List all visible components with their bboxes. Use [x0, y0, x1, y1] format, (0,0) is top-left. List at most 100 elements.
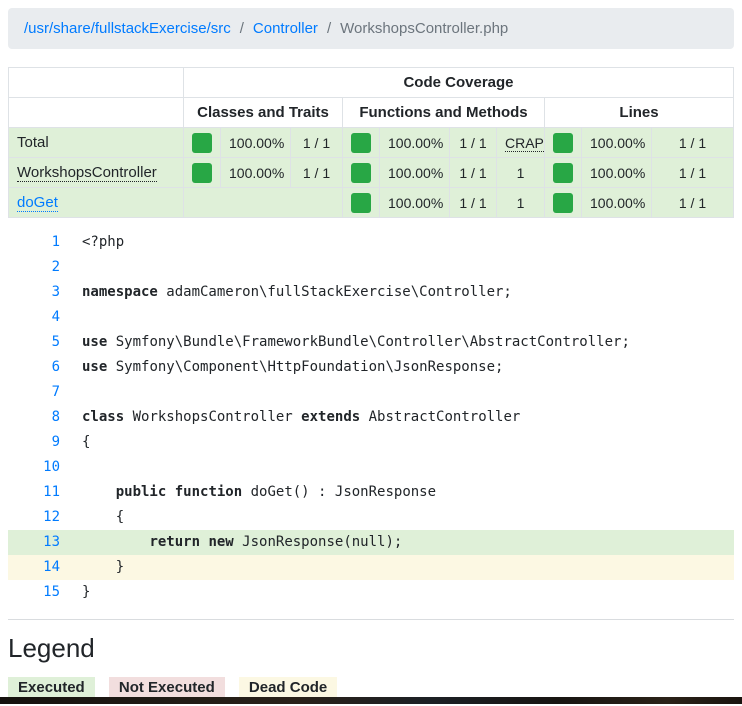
- line-source: <?php: [82, 234, 125, 250]
- line-number[interactable]: 5: [8, 330, 60, 355]
- line-number[interactable]: 8: [8, 405, 60, 430]
- line-source: {: [82, 434, 91, 450]
- line-number[interactable]: 9: [8, 430, 60, 455]
- breadcrumb-separator: /: [326, 20, 332, 37]
- coverage-bar: [553, 162, 573, 183]
- lines-ratio: 1 / 1: [651, 187, 734, 218]
- line-source: namespace adamCameron\fullStackExercise\…: [82, 284, 512, 300]
- column-header-code-coverage: Code Coverage: [183, 67, 734, 98]
- line-source: [60, 455, 82, 480]
- table-header-row-groups: Classes and Traits Functions and Methods…: [8, 97, 734, 128]
- code-line: 10: [8, 455, 734, 480]
- method-link-doget[interactable]: doGet: [17, 194, 58, 212]
- code-line: 11 public function doGet() : JsonRespons…: [8, 480, 734, 505]
- crap-header-cell: CRAP: [496, 127, 545, 158]
- column-header-functions-and-methods: Functions and Methods: [342, 97, 545, 128]
- functions-percent: 100.00%: [379, 187, 450, 218]
- functions-ratio: 1 / 1: [449, 127, 497, 158]
- breadcrumb: /usr/share/fullstackExercise/src / Control…: [8, 8, 734, 49]
- code-line: 5 use Symfony\Bundle\FrameworkBundle\Cont…: [8, 330, 734, 355]
- line-number[interactable]: 12: [8, 505, 60, 530]
- breadcrumb-separator: /: [239, 20, 244, 37]
- classes-coverage-bar-cell: [183, 157, 221, 188]
- lines-percent: 100.00%: [581, 157, 652, 188]
- line-number[interactable]: 15: [8, 580, 60, 605]
- line-source: public function doGet() : JsonResponse: [115, 484, 437, 500]
- lines-coverage-bar-cell: [544, 157, 582, 188]
- code-line: 4: [8, 305, 734, 330]
- functions-coverage-bar-cell: [342, 187, 380, 218]
- code-line: 2: [8, 255, 734, 280]
- classes-percent: 100.00%: [220, 127, 291, 158]
- table-header-row-top: Code Coverage: [8, 67, 734, 98]
- breadcrumb-link-src-dir[interactable]: /usr/share/fullstackExercise/src: [24, 20, 231, 37]
- line-number[interactable]: 2: [8, 255, 60, 280]
- class-name-abbr: WorkshopsController: [17, 164, 157, 182]
- line-source: return new JsonResponse(null);: [149, 534, 403, 550]
- line-source: [60, 380, 82, 405]
- code-line: 3 namespace adamCameron\fullStackExercise…: [8, 280, 734, 305]
- line-number[interactable]: 14: [8, 555, 60, 580]
- line-number[interactable]: 11: [8, 480, 60, 505]
- functions-percent: 100.00%: [379, 157, 450, 188]
- line-number[interactable]: 10: [8, 455, 60, 480]
- lines-percent: 100.00%: [581, 187, 652, 218]
- line-source: {: [82, 509, 125, 525]
- code-line: 14 }: [8, 555, 734, 580]
- legend-chip-dead-code: Dead Code: [238, 677, 338, 698]
- row-label-method: doGet: [8, 187, 184, 218]
- line-source: [60, 305, 82, 330]
- coverage-bar: [351, 162, 371, 183]
- lines-percent: 100.00%: [581, 127, 652, 158]
- classes-percent: 100.00%: [220, 157, 291, 188]
- functions-ratio: 1 / 1: [449, 157, 497, 188]
- code-line: 7: [8, 380, 734, 405]
- classes-ratio: 1 / 1: [290, 127, 343, 158]
- row-label-class: WorkshopsController: [8, 157, 184, 188]
- code-line: 1 <?php: [8, 230, 734, 255]
- table-row-method: doGet 100.00% 1 / 1 1 100.00% 1 / 1: [8, 187, 734, 218]
- source-code: 1 <?php 2 3 namespace adamCameron\fullStackE…: [8, 230, 734, 605]
- code-line: 15}: [8, 580, 734, 605]
- classes-coverage-bar-cell: [183, 127, 221, 158]
- header-spacer-cell: [8, 97, 184, 128]
- column-header-classes-and-traits: Classes and Traits: [183, 97, 343, 128]
- header-spacer-cell: [8, 67, 184, 98]
- table-row-class: WorkshopsController 100.00% 1 / 1 100.00…: [8, 157, 734, 188]
- line-source: class WorkshopsController extends Abstra…: [82, 409, 521, 425]
- lines-ratio: 1 / 1: [651, 157, 734, 188]
- functions-coverage-bar-cell: [342, 157, 380, 188]
- coverage-bar: [553, 132, 573, 153]
- coverage-bar: [351, 132, 371, 153]
- code-line: 12 {: [8, 505, 734, 530]
- line-number[interactable]: 4: [8, 305, 60, 330]
- classes-empty-cell: [183, 187, 343, 218]
- crap-abbr: CRAP: [505, 134, 544, 152]
- lines-ratio: 1 / 1: [651, 127, 734, 158]
- line-number[interactable]: 1: [8, 230, 60, 255]
- code-line: 9{: [8, 430, 734, 455]
- column-header-lines: Lines: [544, 97, 734, 128]
- line-number[interactable]: 13: [8, 530, 60, 555]
- divider: [8, 619, 734, 620]
- table-row-total: Total 100.00% 1 / 1 100.00% 1 / 1 CRAP 1…: [8, 127, 734, 158]
- line-number[interactable]: 3: [8, 280, 60, 305]
- code-line: 8 class WorkshopsController extends Abstr…: [8, 405, 734, 430]
- functions-coverage-bar-cell: [342, 127, 380, 158]
- coverage-bar: [192, 162, 212, 183]
- line-number[interactable]: 6: [8, 355, 60, 380]
- coverage-report-page: /usr/share/fullstackExercise/src / Control…: [0, 0, 742, 706]
- code-line: 13 return new JsonResponse(null);: [8, 530, 734, 555]
- coverage-bar: [351, 192, 371, 213]
- functions-percent: 100.00%: [379, 127, 450, 158]
- line-source: [60, 255, 82, 280]
- below-fold-content: [0, 697, 742, 704]
- lines-coverage-bar-cell: [544, 127, 582, 158]
- row-label-total: Total: [8, 127, 184, 158]
- line-number[interactable]: 7: [8, 380, 60, 405]
- crap-value: 1: [496, 187, 545, 218]
- breadcrumb-link-controller-dir[interactable]: Controller: [253, 20, 318, 37]
- coverage-bar: [192, 132, 212, 153]
- crap-value: 1: [496, 157, 545, 188]
- line-source: use Symfony\Component\HttpFoundation\Jso…: [82, 359, 504, 375]
